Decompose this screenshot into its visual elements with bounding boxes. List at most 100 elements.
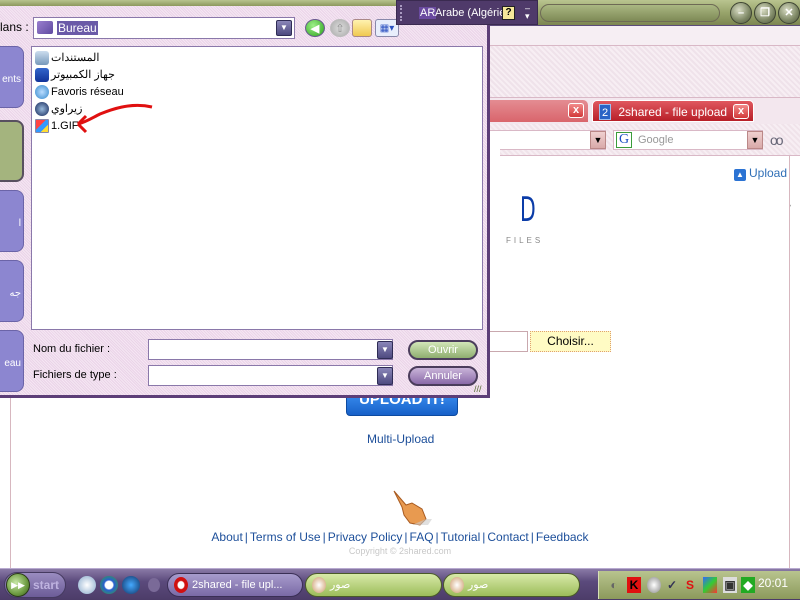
google-icon: G <box>616 132 632 148</box>
desktop-folder-icon <box>37 21 53 34</box>
kaspersky-icon[interactable]: K <box>627 577 641 593</box>
chart-tray-icon[interactable] <box>703 577 717 593</box>
separator: | <box>482 530 486 544</box>
messenger-icon[interactable] <box>78 576 96 594</box>
choose-file-button[interactable]: Choisir... <box>530 331 611 352</box>
globe-icon <box>35 102 49 117</box>
drag-handle[interactable] <box>400 5 403 21</box>
start-orb-icon: ▶▶ <box>6 573 30 597</box>
language-code[interactable]: AR <box>419 7 437 19</box>
file-item[interactable]: جهاز الكمبيوتر <box>35 67 115 84</box>
opera-icon <box>174 577 188 593</box>
open-file-dialog: lans : Bureau ▼ ◀ ⇧ ▦▾ ents l جه eau الم… <box>0 0 490 398</box>
place-documents[interactable]: l <box>0 190 24 252</box>
task-pictures[interactable]: صور <box>305 573 442 597</box>
sync-tray-icon[interactable]: ◆ <box>741 577 755 593</box>
file-label: المستندات <box>51 52 100 65</box>
documents-folder-icon <box>35 51 49 66</box>
footer-link-tutorial[interactable]: Tutorial <box>441 530 481 544</box>
tab-label: 2shared - file upload <box>618 104 728 119</box>
language-name[interactable]: Arabe (Algérie) <box>435 7 509 19</box>
taskbar: ▶▶ start 2shared - file upl... صور صور ◐… <box>0 568 800 600</box>
task-pictures[interactable]: صور <box>443 573 580 597</box>
language-bar-options-icon[interactable]: – ▾ <box>525 4 530 21</box>
gif-file-icon <box>35 119 49 134</box>
open-button[interactable]: Ouvrir <box>408 340 478 360</box>
place-network[interactable]: eau <box>0 330 24 392</box>
up-folder-button[interactable]: ⇧ <box>330 19 350 37</box>
search-input[interactable]: G Google ▼ <box>613 130 763 150</box>
filetype-select[interactable]: ▼ <box>148 365 393 386</box>
place-desktop[interactable] <box>0 120 24 182</box>
restore-button[interactable]: ❐ <box>754 2 776 24</box>
start-label: start <box>33 578 60 592</box>
chevron-down-icon[interactable]: ▼ <box>276 20 292 36</box>
hand-pointer-icon <box>393 490 432 526</box>
file-item[interactable]: Favoris réseau <box>35 84 124 101</box>
place-label: l <box>18 218 21 229</box>
place-label: ents <box>2 74 21 85</box>
help-icon[interactable]: ? <box>502 6 515 20</box>
filename-label: Nom du fichier : <box>33 343 111 355</box>
upload-link[interactable]: ▲ Upload <box>734 166 787 181</box>
start-button[interactable]: ▶▶ start <box>4 572 66 598</box>
tab-close-icon[interactable]: x <box>568 103 584 118</box>
cancel-button[interactable]: Annuler <box>408 366 478 386</box>
look-in-label: lans : <box>0 20 29 34</box>
copyright-text: Copyright © 2shared.com <box>348 546 452 556</box>
chevron-down-icon[interactable]: ▼ <box>377 341 393 359</box>
device-tray-icon[interactable]: ▣ <box>723 577 737 593</box>
separator: | <box>322 530 326 544</box>
footer-link-privacy[interactable]: Privacy Policy <box>328 530 403 544</box>
separator: | <box>244 530 248 544</box>
network-tray-icon[interactable]: ✓ <box>665 577 679 593</box>
footer-link-about[interactable]: About <box>211 530 242 544</box>
logo-subtitle: FILES <box>506 236 544 245</box>
2shared-favicon-icon: 2 <box>599 103 611 120</box>
resize-grip-icon[interactable]: /// <box>474 384 482 394</box>
quick-launch-expand-icon[interactable] <box>148 578 160 592</box>
separator: | <box>530 530 534 544</box>
search-placeholder: Google <box>638 134 674 146</box>
glasses-icon[interactable]: oo <box>770 132 784 148</box>
footer-link-contact[interactable]: Contact <box>487 530 528 544</box>
footer-link-faq[interactable]: FAQ <box>410 530 434 544</box>
task-label: صور <box>468 579 489 591</box>
desktop-screen: – ❐ ✕ إلى ا x 2 2shared - file upload x … <box>0 0 800 600</box>
tab-close-icon[interactable]: x <box>733 104 749 119</box>
footer-link-terms[interactable]: Terms of Use <box>250 530 321 544</box>
task-label: 2shared - file upl... <box>192 579 283 591</box>
upload-icon: ▲ <box>734 169 746 181</box>
task-label: صور <box>330 579 351 591</box>
file-list[interactable]: المستندات جهاز الكمبيوتر Favoris réseau … <box>31 46 483 330</box>
look-in-dropdown[interactable]: Bureau ▼ <box>33 17 295 39</box>
back-button[interactable]: ◀ <box>305 19 325 37</box>
media-player-icon[interactable] <box>100 576 118 594</box>
task-browser[interactable]: 2shared - file upl... <box>167 573 303 597</box>
media-center-icon[interactable] <box>122 576 140 594</box>
file-label: Favoris réseau <box>51 86 124 99</box>
place-label: eau <box>4 358 21 369</box>
chevron-down-icon[interactable]: ▼ <box>377 367 393 385</box>
separator: | <box>404 530 408 544</box>
volume-icon[interactable]: ◐ <box>607 577 621 593</box>
title-track <box>540 4 720 22</box>
tab-2shared[interactable]: 2 2shared - file upload x <box>592 100 754 122</box>
file-item[interactable]: المستندات <box>35 50 99 67</box>
place-recent[interactable]: ents <box>0 46 24 108</box>
close-button[interactable]: ✕ <box>778 2 800 24</box>
new-folder-button[interactable] <box>352 19 372 37</box>
search-engine-dropdown-icon[interactable]: ▼ <box>747 131 763 149</box>
url-dropdown-icon[interactable]: ▼ <box>590 131 606 149</box>
multi-upload-link[interactable]: Multi-Upload <box>367 432 434 446</box>
logo-letter: D <box>520 190 536 230</box>
look-in-value: Bureau <box>57 21 98 35</box>
clock: 20:01 <box>758 576 789 590</box>
pictures-icon <box>312 577 326 593</box>
speedfan-icon[interactable]: S <box>683 577 697 593</box>
place-computer[interactable]: جه <box>0 260 24 322</box>
app-tray-icon[interactable] <box>647 577 661 593</box>
filename-input[interactable]: ▼ <box>148 339 393 360</box>
minimize-button[interactable]: – <box>730 2 752 24</box>
footer-link-feedback[interactable]: Feedback <box>536 530 589 544</box>
